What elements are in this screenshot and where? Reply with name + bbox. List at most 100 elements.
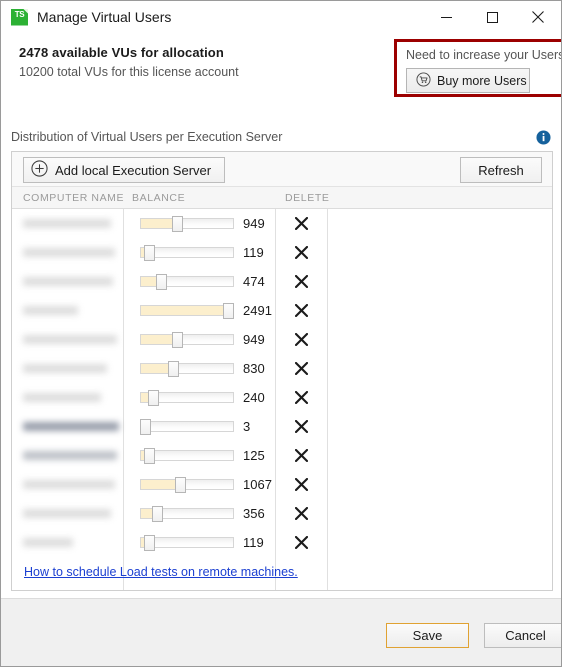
computer-name-redacted: [23, 305, 78, 315]
slider-thumb[interactable]: [175, 477, 187, 493]
ts-app-icon: TS: [11, 8, 28, 26]
slider-thumb[interactable]: [140, 419, 152, 435]
computer-name-cell: [23, 450, 119, 461]
balance-value: 125: [243, 448, 265, 463]
balance-slider[interactable]: [140, 216, 234, 232]
info-icon[interactable]: [536, 130, 551, 150]
delete-row-button[interactable]: [295, 304, 308, 317]
refresh-button[interactable]: Refresh: [460, 157, 542, 183]
slider-thumb[interactable]: [171, 332, 183, 348]
computer-name-cell: [23, 421, 119, 432]
delete-row-button[interactable]: [295, 507, 308, 520]
balance-slider[interactable]: [140, 361, 234, 377]
slider-thumb[interactable]: [144, 448, 156, 464]
execution-server-panel: Add local Execution Server Refresh COMPU…: [11, 151, 553, 591]
cancel-button[interactable]: Cancel: [484, 623, 561, 648]
delete-row-button[interactable]: [295, 362, 308, 375]
balance-cell: 830: [140, 361, 277, 377]
balance-slider[interactable]: [140, 535, 234, 551]
slider-thumb[interactable]: [222, 303, 234, 319]
delete-row-button[interactable]: [295, 275, 308, 288]
balance-slider[interactable]: [140, 419, 234, 435]
shopping-cart-icon: [416, 71, 431, 90]
delete-row-button[interactable]: [295, 536, 308, 549]
balance-value: 1067: [243, 477, 272, 492]
computer-name-cell: [23, 479, 119, 490]
balance-value: 119: [243, 245, 264, 260]
table-row[interactable]: 3: [12, 412, 552, 441]
how-to-schedule-link[interactable]: How to schedule Load tests on remote mac…: [24, 565, 298, 579]
slider-thumb[interactable]: [167, 361, 179, 377]
balance-value: 830: [243, 361, 265, 376]
table-row[interactable]: 949: [12, 325, 552, 354]
slider-thumb[interactable]: [143, 245, 155, 261]
table-row[interactable]: 949: [12, 209, 552, 238]
save-button[interactable]: Save: [386, 623, 469, 648]
slider-track: [140, 421, 234, 432]
buy-more-users-highlight: Need to increase your Users? Buy more Us…: [394, 39, 562, 97]
delete-row-button[interactable]: [295, 333, 308, 346]
table-row[interactable]: 125: [12, 441, 552, 470]
maximize-icon[interactable]: [469, 1, 515, 33]
dialog-footer: Save Cancel: [1, 598, 561, 666]
delete-row-button[interactable]: [295, 217, 308, 230]
close-icon[interactable]: [515, 1, 561, 33]
computer-name-redacted: [23, 247, 115, 257]
balance-slider[interactable]: [140, 274, 234, 290]
table-row[interactable]: 356: [12, 499, 552, 528]
table-row[interactable]: 119: [12, 528, 552, 557]
balance-slider[interactable]: [140, 245, 234, 261]
slider-thumb[interactable]: [171, 216, 183, 232]
balance-cell: 240: [140, 390, 277, 406]
table-row[interactable]: 240: [12, 383, 552, 412]
slider-thumb[interactable]: [151, 506, 163, 522]
slider-thumb[interactable]: [155, 274, 167, 290]
table-row[interactable]: 830: [12, 354, 552, 383]
balance-slider[interactable]: [140, 390, 234, 406]
balance-slider[interactable]: [140, 506, 234, 522]
table-row[interactable]: 2491: [12, 296, 552, 325]
panel-toolbar: Add local Execution Server Refresh: [12, 152, 552, 187]
manage-virtual-users-dialog: TS Manage Virtual Users 2478 available V…: [0, 0, 562, 667]
table-row[interactable]: 1067: [12, 470, 552, 499]
computer-name-cell: [23, 537, 119, 548]
slider-thumb[interactable]: [143, 535, 155, 551]
delete-row-button[interactable]: [295, 246, 308, 259]
buy-prompt-label: Need to increase your Users?: [406, 48, 562, 62]
balance-value: 949: [243, 332, 265, 347]
delete-row-button[interactable]: [295, 449, 308, 462]
computer-name-redacted: [23, 392, 101, 402]
window-title: Manage Virtual Users: [37, 9, 172, 25]
delete-row-button[interactable]: [295, 478, 308, 491]
table-row[interactable]: 474: [12, 267, 552, 296]
balance-slider[interactable]: [140, 332, 234, 348]
minimize-icon[interactable]: [423, 1, 469, 33]
computer-name-redacted: [23, 508, 111, 518]
balance-value: 119: [243, 535, 264, 550]
slider-fill: [141, 277, 157, 286]
slider-fill: [141, 306, 224, 315]
add-local-execution-server-button[interactable]: Add local Execution Server: [23, 157, 226, 183]
plus-circle-icon: [31, 160, 48, 180]
delete-row-button[interactable]: [295, 420, 308, 433]
buy-more-users-button[interactable]: Buy more Users: [406, 68, 530, 93]
x-icon: [295, 507, 308, 520]
delete-row-button[interactable]: [295, 391, 308, 404]
computer-name-redacted: [23, 334, 117, 344]
balance-slider[interactable]: [140, 477, 234, 493]
balance-cell: 949: [140, 216, 277, 232]
balance-slider[interactable]: [140, 303, 234, 319]
balance-value: 3: [243, 419, 251, 434]
x-icon: [295, 217, 308, 230]
computer-name-redacted: [23, 276, 113, 286]
total-vus-text: 10200 total VUs for this license account: [19, 65, 239, 79]
x-icon: [295, 246, 308, 259]
x-icon: [295, 391, 308, 404]
table-row[interactable]: 119: [12, 238, 552, 267]
x-icon: [295, 275, 308, 288]
grid-body: 949 119 474 2491 949 830 240 3 125 1067 356 119: [12, 209, 552, 590]
slider-fill: [141, 364, 169, 373]
slider-fill: [141, 335, 173, 344]
balance-slider[interactable]: [140, 448, 234, 464]
slider-thumb[interactable]: [147, 390, 159, 406]
